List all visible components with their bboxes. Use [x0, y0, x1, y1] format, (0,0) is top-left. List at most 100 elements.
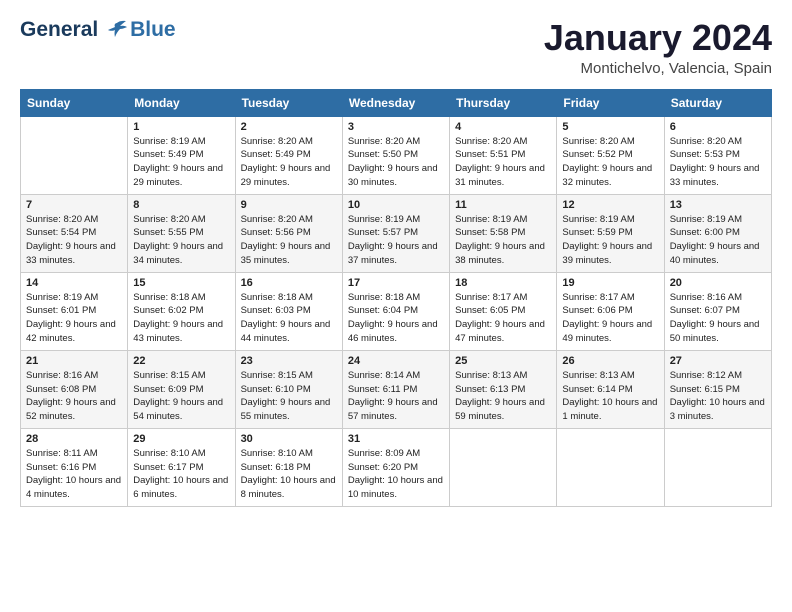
day-number: 28 — [26, 433, 122, 445]
cell-info: Sunrise: 8:12 AMSunset: 6:15 PMDaylight:… — [670, 369, 766, 424]
cell-info: Sunrise: 8:19 AMSunset: 5:49 PMDaylight:… — [133, 135, 229, 190]
day-number: 22 — [133, 355, 229, 367]
day-number: 7 — [26, 199, 122, 211]
cell-info: Sunrise: 8:19 AMSunset: 6:00 PMDaylight:… — [670, 213, 766, 268]
day-number: 15 — [133, 277, 229, 289]
week-row-1: 7 Sunrise: 8:20 AMSunset: 5:54 PMDaylight… — [21, 194, 772, 272]
calendar-cell: 25 Sunrise: 8:13 AMSunset: 6:13 PMDayligh… — [450, 350, 557, 428]
calendar-table: SundayMondayTuesdayWednesdayThursdayFrid… — [20, 89, 772, 507]
header: General Blue January 2024 Montichelvo, V… — [20, 18, 772, 77]
calendar-cell: 21 Sunrise: 8:16 AMSunset: 6:08 PMDayligh… — [21, 350, 128, 428]
cell-info: Sunrise: 8:14 AMSunset: 6:11 PMDaylight:… — [348, 369, 444, 424]
header-day-friday: Friday — [557, 89, 664, 116]
calendar-cell — [557, 428, 664, 506]
cell-info: Sunrise: 8:19 AMSunset: 5:57 PMDaylight:… — [348, 213, 444, 268]
cell-info: Sunrise: 8:19 AMSunset: 5:59 PMDaylight:… — [562, 213, 658, 268]
day-number: 4 — [455, 121, 551, 133]
calendar-cell: 26 Sunrise: 8:13 AMSunset: 6:14 PMDayligh… — [557, 350, 664, 428]
calendar-cell: 31Sunrise: 8:09 AMSunset: 6:20 PMDayligh… — [342, 428, 449, 506]
cell-info: Sunrise: 8:20 AMSunset: 5:54 PMDaylight:… — [26, 213, 122, 268]
day-number: 12 — [562, 199, 658, 211]
header-day-monday: Monday — [128, 89, 235, 116]
calendar-cell: 4Sunrise: 8:20 AMSunset: 5:51 PMDaylight… — [450, 116, 557, 194]
day-number: 29 — [133, 433, 229, 445]
calendar-cell: 22Sunrise: 8:15 AMSunset: 6:09 PMDayligh… — [128, 350, 235, 428]
calendar-cell: 29 Sunrise: 8:10 AMSunset: 6:17 PMDayligh… — [128, 428, 235, 506]
week-row-0: 1 Sunrise: 8:19 AMSunset: 5:49 PMDaylight… — [21, 116, 772, 194]
cell-info: Sunrise: 8:13 AMSunset: 6:14 PMDaylight:… — [562, 369, 658, 424]
cell-info: Sunrise: 8:16 AMSunset: 6:07 PMDaylight:… — [670, 291, 766, 346]
day-number: 13 — [670, 199, 766, 211]
day-number: 2 — [241, 121, 337, 133]
header-day-wednesday: Wednesday — [342, 89, 449, 116]
week-row-4: 28 Sunrise: 8:11 AMSunset: 6:16 PMDayligh… — [21, 428, 772, 506]
logo-text: General — [20, 18, 128, 41]
calendar-cell: 28 Sunrise: 8:11 AMSunset: 6:16 PMDayligh… — [21, 428, 128, 506]
calendar-cell: 11Sunrise: 8:19 AMSunset: 5:58 PMDayligh… — [450, 194, 557, 272]
day-number: 18 — [455, 277, 551, 289]
day-number: 23 — [241, 355, 337, 367]
month-title: January 2024 — [544, 18, 772, 58]
calendar-cell: 7 Sunrise: 8:20 AMSunset: 5:54 PMDaylight… — [21, 194, 128, 272]
header-day-sunday: Sunday — [21, 89, 128, 116]
day-number: 11 — [455, 199, 551, 211]
cell-info: Sunrise: 8:16 AMSunset: 6:08 PMDaylight:… — [26, 369, 122, 424]
cell-info: Sunrise: 8:17 AMSunset: 6:05 PMDaylight:… — [455, 291, 551, 346]
calendar-cell: 9Sunrise: 8:20 AMSunset: 5:56 PMDaylight… — [235, 194, 342, 272]
cell-info: Sunrise: 8:18 AMSunset: 6:02 PMDaylight:… — [133, 291, 229, 346]
cell-info: Sunrise: 8:09 AMSunset: 6:20 PMDaylight:… — [348, 447, 444, 502]
day-number: 26 — [562, 355, 658, 367]
calendar-cell: 18 Sunrise: 8:17 AMSunset: 6:05 PMDayligh… — [450, 272, 557, 350]
day-number: 27 — [670, 355, 766, 367]
calendar-cell: 15 Sunrise: 8:18 AMSunset: 6:02 PMDayligh… — [128, 272, 235, 350]
cell-info: Sunrise: 8:10 AMSunset: 6:17 PMDaylight:… — [133, 447, 229, 502]
calendar-cell: 1 Sunrise: 8:19 AMSunset: 5:49 PMDaylight… — [128, 116, 235, 194]
cell-info: Sunrise: 8:20 AMSunset: 5:55 PMDaylight:… — [133, 213, 229, 268]
week-row-3: 21 Sunrise: 8:16 AMSunset: 6:08 PMDayligh… — [21, 350, 772, 428]
day-number: 17 — [348, 277, 444, 289]
day-number: 8 — [133, 199, 229, 211]
location-subtitle: Montichelvo, Valencia, Spain — [544, 60, 772, 77]
calendar-cell: 16 Sunrise: 8:18 AMSunset: 6:03 PMDayligh… — [235, 272, 342, 350]
cell-info: Sunrise: 8:20 AMSunset: 5:50 PMDaylight:… — [348, 135, 444, 190]
cell-info: Sunrise: 8:20 AMSunset: 5:56 PMDaylight:… — [241, 213, 337, 268]
day-number: 6 — [670, 121, 766, 133]
cell-info: Sunrise: 8:11 AMSunset: 6:16 PMDaylight:… — [26, 447, 122, 502]
cell-info: Sunrise: 8:15 AMSunset: 6:10 PMDaylight:… — [241, 369, 337, 424]
calendar-cell: 20 Sunrise: 8:16 AMSunset: 6:07 PMDayligh… — [664, 272, 771, 350]
calendar-cell: 8 Sunrise: 8:20 AMSunset: 5:55 PMDaylight… — [128, 194, 235, 272]
cell-info: Sunrise: 8:20 AMSunset: 5:53 PMDaylight:… — [670, 135, 766, 190]
day-number: 16 — [241, 277, 337, 289]
day-number: 24 — [348, 355, 444, 367]
header-day-thursday: Thursday — [450, 89, 557, 116]
logo: General Blue — [20, 18, 176, 41]
calendar-cell — [664, 428, 771, 506]
day-number: 20 — [670, 277, 766, 289]
calendar-cell — [21, 116, 128, 194]
day-number: 19 — [562, 277, 658, 289]
header-day-tuesday: Tuesday — [235, 89, 342, 116]
calendar-cell: 17 Sunrise: 8:18 AMSunset: 6:04 PMDayligh… — [342, 272, 449, 350]
day-number: 5 — [562, 121, 658, 133]
calendar-cell — [450, 428, 557, 506]
header-row: SundayMondayTuesdayWednesdayThursdayFrid… — [21, 89, 772, 116]
cell-info: Sunrise: 8:18 AMSunset: 6:04 PMDaylight:… — [348, 291, 444, 346]
day-number: 25 — [455, 355, 551, 367]
page-container: General Blue January 2024 Montichelvo, V… — [0, 0, 792, 517]
day-number: 10 — [348, 199, 444, 211]
calendar-cell: 27 Sunrise: 8:12 AMSunset: 6:15 PMDayligh… — [664, 350, 771, 428]
calendar-cell: 5Sunrise: 8:20 AMSunset: 5:52 PMDaylight… — [557, 116, 664, 194]
day-number: 1 — [133, 121, 229, 133]
title-block: January 2024 Montichelvo, Valencia, Spai… — [544, 18, 772, 77]
cell-info: Sunrise: 8:13 AMSunset: 6:13 PMDaylight:… — [455, 369, 551, 424]
day-number: 21 — [26, 355, 122, 367]
cell-info: Sunrise: 8:17 AMSunset: 6:06 PMDaylight:… — [562, 291, 658, 346]
calendar-cell: 14Sunrise: 8:19 AMSunset: 6:01 PMDayligh… — [21, 272, 128, 350]
cell-info: Sunrise: 8:18 AMSunset: 6:03 PMDaylight:… — [241, 291, 337, 346]
week-row-2: 14Sunrise: 8:19 AMSunset: 6:01 PMDayligh… — [21, 272, 772, 350]
day-number: 3 — [348, 121, 444, 133]
cell-info: Sunrise: 8:10 AMSunset: 6:18 PMDaylight:… — [241, 447, 337, 502]
day-number: 14 — [26, 277, 122, 289]
calendar-cell: 6 Sunrise: 8:20 AMSunset: 5:53 PMDaylight… — [664, 116, 771, 194]
calendar-cell: 23 Sunrise: 8:15 AMSunset: 6:10 PMDayligh… — [235, 350, 342, 428]
